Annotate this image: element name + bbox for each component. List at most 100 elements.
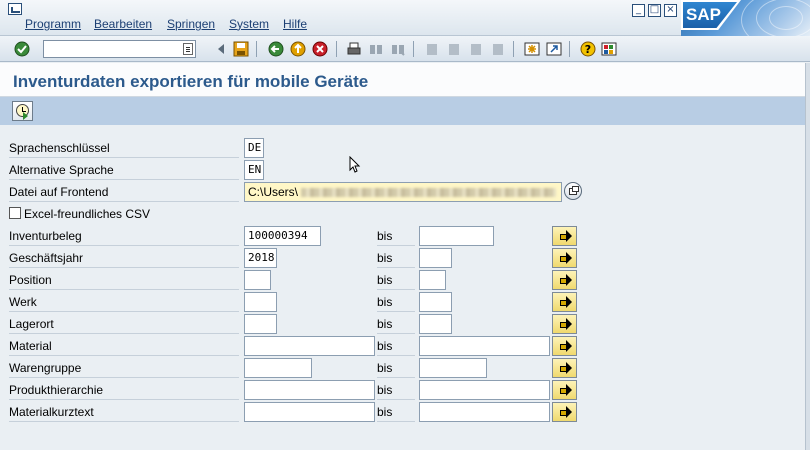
csv-label: Excel-freundliches CSV — [24, 207, 151, 221]
save-icon[interactable] — [233, 41, 249, 57]
menu-bar: Programm Bearbeiten Springen System Hilf… — [0, 0, 810, 36]
range-5-label: Material — [9, 336, 239, 356]
menu-programm[interactable]: Programm — [25, 17, 81, 31]
find-next-icon — [390, 41, 406, 57]
arrow-right-icon — [560, 384, 572, 396]
cancel-icon[interactable] — [312, 41, 328, 57]
range-4-label: Lagerort — [9, 314, 239, 334]
menu-system[interactable]: System — [229, 17, 269, 31]
range-8-label: Materialkurztext — [9, 402, 239, 422]
range-2-to-label: bis — [377, 270, 415, 290]
range-4-to-label: bis — [377, 314, 415, 334]
frontend-file-field[interactable]: C:\Users\ — [244, 182, 562, 202]
range-5-to-field[interactable] — [419, 336, 550, 356]
language-key-field[interactable]: DE — [244, 138, 264, 158]
range-0-label: Inventurbeleg — [9, 226, 239, 246]
arrow-right-icon — [560, 406, 572, 418]
arrow-right-icon — [560, 274, 572, 286]
vertical-scrollbar[interactable] — [805, 63, 810, 450]
alt-language-label: Alternative Sprache — [9, 160, 239, 180]
range-0-to-field[interactable] — [419, 226, 494, 246]
menu-springen[interactable]: Springen — [167, 17, 215, 31]
frontend-file-label: Datei auf Frontend — [9, 182, 239, 202]
range-1-multiple-selection-button[interactable] — [552, 248, 577, 268]
range-7-to-field[interactable] — [419, 380, 550, 400]
range-7-label: Produkthierarchie — [9, 380, 239, 400]
command-history-icon[interactable] — [183, 43, 193, 55]
exit-icon[interactable] — [290, 41, 306, 57]
menu-bearbeiten[interactable]: Bearbeiten — [94, 17, 152, 31]
range-6-from-field[interactable] — [244, 358, 312, 378]
sap-logo: SAP — [681, 0, 810, 36]
title-bar: Inventurdaten exportieren für mobile Ger… — [0, 63, 810, 97]
alt-language-field[interactable]: EN — [244, 160, 264, 180]
range-7-to-label: bis — [377, 380, 415, 400]
range-3-multiple-selection-button[interactable] — [552, 292, 577, 312]
range-2-label: Position — [9, 270, 239, 290]
range-1-from-field[interactable]: 2018 — [244, 248, 277, 268]
arrow-right-icon — [560, 230, 572, 242]
range-0-multiple-selection-button[interactable] — [552, 226, 577, 246]
range-1-to-label: bis — [377, 248, 415, 268]
back-triangle-icon[interactable] — [213, 41, 229, 57]
range-3-label: Werk — [9, 292, 239, 312]
arrow-right-icon — [560, 318, 572, 330]
maximize-icon[interactable]: □ — [648, 4, 661, 17]
range-1-label: Geschäftsjahr — [9, 248, 239, 268]
range-6-to-label: bis — [377, 358, 415, 378]
range-3-to-label: bis — [377, 292, 415, 312]
command-input[interactable] — [44, 41, 174, 57]
range-4-multiple-selection-button[interactable] — [552, 314, 577, 334]
new-session-icon[interactable] — [524, 41, 540, 57]
first-page-icon — [424, 41, 440, 57]
back-icon[interactable] — [268, 41, 284, 57]
previous-page-icon — [446, 41, 462, 57]
page-title: Inventurdaten exportieren für mobile Ger… — [13, 72, 369, 91]
execute-button[interactable] — [12, 101, 33, 121]
range-6-label: Warengruppe — [9, 358, 239, 378]
help-icon[interactable]: ? — [580, 41, 596, 57]
shortcut-icon[interactable] — [546, 41, 562, 57]
arrow-right-icon — [560, 340, 572, 352]
range-2-from-field[interactable] — [244, 270, 271, 290]
svg-text:?: ? — [585, 43, 591, 56]
range-3-to-field[interactable] — [419, 292, 452, 312]
frontend-file-value: C:\Users\ — [248, 185, 299, 199]
range-2-to-field[interactable] — [419, 270, 446, 290]
range-6-multiple-selection-button[interactable] — [552, 358, 577, 378]
menu-hilfe[interactable]: Hilfe — [283, 17, 307, 31]
layout-menu-icon[interactable] — [601, 41, 617, 57]
close-window-icon[interactable]: × — [664, 4, 677, 17]
range-8-to-field[interactable] — [419, 402, 550, 422]
range-4-to-field[interactable] — [419, 314, 452, 334]
range-7-from-field[interactable] — [244, 380, 375, 400]
range-7-multiple-selection-button[interactable] — [552, 380, 577, 400]
command-field[interactable] — [43, 40, 196, 58]
next-page-icon — [468, 41, 484, 57]
mouse-cursor-icon — [349, 156, 361, 173]
range-8-multiple-selection-button[interactable] — [552, 402, 577, 422]
file-browse-button[interactable] — [564, 182, 582, 200]
range-8-from-field[interactable] — [244, 402, 375, 422]
range-4-from-field[interactable] — [244, 314, 277, 334]
range-8-to-label: bis — [377, 402, 415, 422]
csv-checkbox[interactable] — [9, 207, 21, 219]
enter-icon[interactable] — [14, 41, 30, 57]
range-1-to-field[interactable] — [419, 248, 452, 268]
minimize-icon[interactable]: _ — [632, 4, 645, 17]
sap-logo-text: SAP — [686, 5, 721, 24]
application-toolbar — [0, 97, 806, 125]
print-icon[interactable] — [346, 41, 362, 57]
range-0-to-label: bis — [377, 226, 415, 246]
range-2-multiple-selection-button[interactable] — [552, 270, 577, 290]
execute-arrow-icon — [23, 112, 28, 120]
arrow-right-icon — [560, 252, 572, 264]
system-menu-icon[interactable] — [8, 3, 22, 15]
arrow-right-icon — [560, 362, 572, 374]
range-3-from-field[interactable] — [244, 292, 277, 312]
range-5-from-field[interactable] — [244, 336, 375, 356]
last-page-icon — [490, 41, 506, 57]
range-0-from-field[interactable]: 100000394 — [244, 226, 321, 246]
range-5-multiple-selection-button[interactable] — [552, 336, 577, 356]
range-6-to-field[interactable] — [419, 358, 487, 378]
